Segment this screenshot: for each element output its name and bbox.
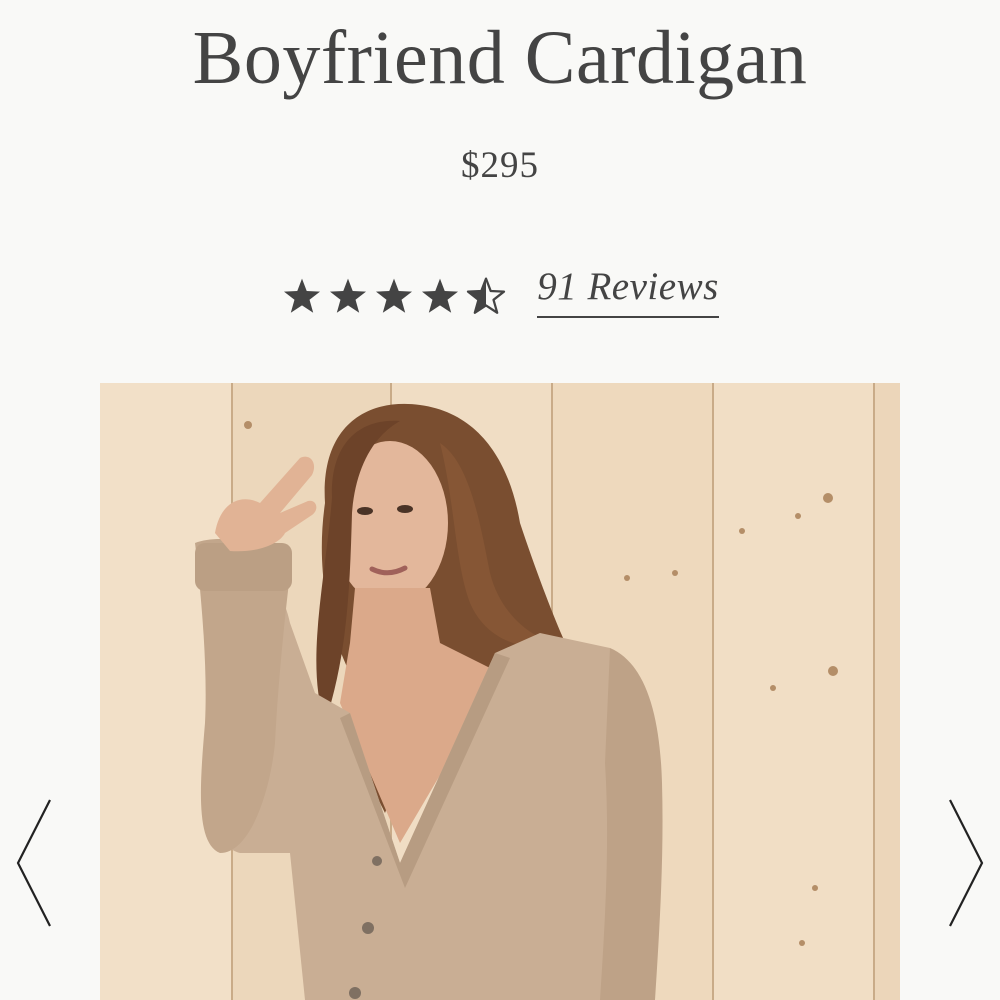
- star-full-icon: [376, 278, 413, 313]
- product-title: Boyfriend Cardigan: [192, 16, 808, 100]
- product-photo: [100, 383, 900, 1000]
- carousel-prev-button[interactable]: [12, 797, 56, 929]
- star-rating: [281, 276, 507, 318]
- star-full-icon: [422, 278, 459, 313]
- chevron-right-icon: [949, 799, 984, 927]
- star-half-icon: [467, 277, 506, 314]
- reviews-link[interactable]: 91 Reviews: [537, 264, 719, 318]
- product-image[interactable]: [100, 383, 900, 1000]
- star-full-icon: [330, 278, 367, 313]
- carousel-next-button[interactable]: [944, 797, 988, 929]
- product-price: $295: [461, 145, 539, 186]
- rating-row: 91 Reviews: [0, 262, 1000, 326]
- star-full-icon: [284, 278, 321, 313]
- chevron-left-icon: [16, 799, 51, 927]
